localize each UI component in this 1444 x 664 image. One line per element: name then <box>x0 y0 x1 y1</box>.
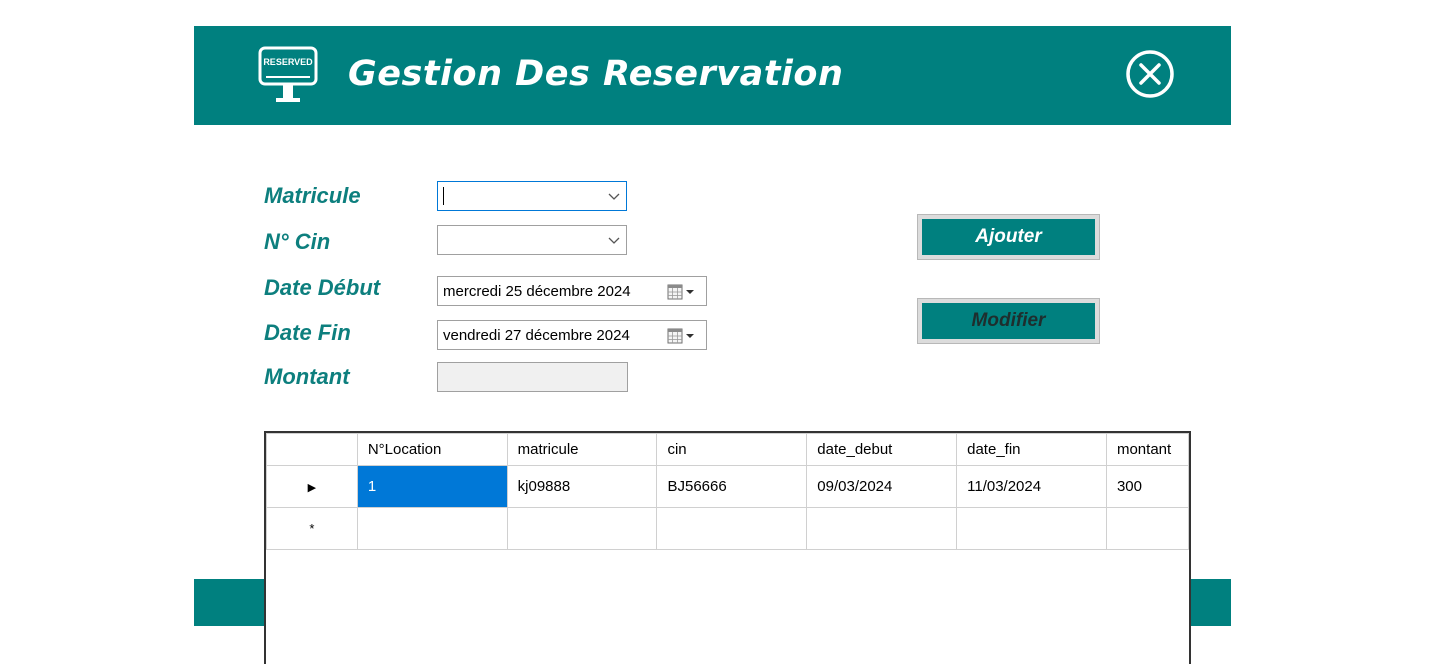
chevron-down-icon[interactable] <box>608 190 620 202</box>
date-debut-label: Date Début <box>264 275 381 300</box>
table-row[interactable]: ▶ 1 kj09888 BJ56666 09/03/2024 11/03/202… <box>266 465 1190 508</box>
cell-matricule[interactable]: kj09888 <box>506 465 658 508</box>
current-row-indicator[interactable]: ▶ <box>266 465 358 508</box>
new-row[interactable]: * <box>266 507 1190 550</box>
modifier-button-label: Modifier <box>922 303 1095 339</box>
new-row-asterisk-icon: * <box>309 521 315 536</box>
chevron-down-icon[interactable] <box>608 234 620 246</box>
new-cell[interactable] <box>656 507 808 550</box>
montant-field[interactable] <box>437 362 628 392</box>
column-header-nlocation[interactable]: N°Location <box>356 433 508 466</box>
row-pointer-icon: ▶ <box>307 482 317 494</box>
cin-combobox[interactable] <box>437 225 627 255</box>
date-fin-picker[interactable]: vendredi 27 décembre 2024 <box>437 320 707 350</box>
modifier-button[interactable]: Modifier <box>917 298 1100 344</box>
cell-cin[interactable]: BJ56666 <box>656 465 808 508</box>
date-debut-value: mercredi 25 décembre 2024 <box>443 283 631 300</box>
reservations-grid[interactable]: N°Location matricule cin date_debut date… <box>264 431 1191 664</box>
new-cell[interactable] <box>1105 507 1190 550</box>
montant-label: Montant <box>264 364 350 389</box>
logo-text: RESERVED <box>263 57 313 67</box>
grid-table: N°Location matricule cin date_debut date… <box>266 433 1190 550</box>
new-cell[interactable] <box>956 507 1107 550</box>
reserved-sign-icon: RESERVED <box>258 46 318 102</box>
close-icon[interactable] <box>1124 48 1176 100</box>
grid-header-row: N°Location matricule cin date_debut date… <box>266 433 1190 466</box>
ajouter-button-label: Ajouter <box>922 219 1095 255</box>
new-cell[interactable] <box>356 507 508 550</box>
ajouter-button[interactable]: Ajouter <box>917 214 1100 260</box>
cell-montant[interactable]: 300 <box>1105 465 1190 508</box>
new-cell[interactable] <box>806 507 958 550</box>
column-header-date-debut[interactable]: date_debut <box>806 433 958 466</box>
text-caret <box>443 187 444 205</box>
matricule-label: Matricule <box>264 183 361 208</box>
new-row-indicator[interactable]: * <box>266 507 358 550</box>
column-header-matricule[interactable]: matricule <box>506 433 658 466</box>
cin-label: N° Cin <box>264 229 331 254</box>
corner-header[interactable] <box>266 433 358 466</box>
date-debut-picker[interactable]: mercredi 25 décembre 2024 <box>437 276 707 306</box>
new-cell[interactable] <box>506 507 658 550</box>
column-header-date-fin[interactable]: date_fin <box>956 433 1107 466</box>
calendar-dropdown-icon[interactable] <box>667 328 701 344</box>
calendar-dropdown-icon[interactable] <box>667 284 701 300</box>
cell-date-debut[interactable]: 09/03/2024 <box>806 465 958 508</box>
date-fin-label: Date Fin <box>264 320 351 345</box>
header-band: RESERVED Gestion Des Reservation <box>194 26 1231 125</box>
page-title: Gestion Des Reservation <box>348 54 844 94</box>
date-fin-value: vendredi 27 décembre 2024 <box>443 327 630 344</box>
column-header-cin[interactable]: cin <box>656 433 808 466</box>
column-header-montant[interactable]: montant <box>1105 433 1190 466</box>
cell-nlocation[interactable]: 1 <box>356 465 508 508</box>
matricule-combobox[interactable] <box>437 181 627 211</box>
cell-date-fin[interactable]: 11/03/2024 <box>956 465 1107 508</box>
